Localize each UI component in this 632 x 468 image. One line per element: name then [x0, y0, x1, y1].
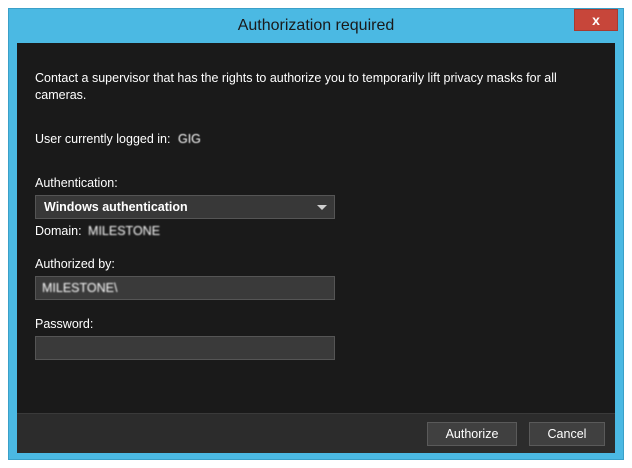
- authentication-label: Authentication:: [35, 176, 118, 190]
- authorized-by-input[interactable]: MILESTONE\: [35, 276, 335, 300]
- password-input[interactable]: [35, 336, 335, 360]
- chevron-down-icon: [317, 205, 327, 210]
- instruction-message: Contact a supervisor that has the rights…: [35, 71, 557, 102]
- password-label: Password:: [35, 317, 94, 331]
- authentication-select[interactable]: Windows authentication: [35, 195, 335, 219]
- dialog-footer: Authorize Cancel: [17, 413, 615, 453]
- domain-value: MILESTONE: [88, 224, 161, 238]
- title-bar[interactable]: Authorization required x: [9, 9, 623, 43]
- logged-in-user-label: User currently logged in:: [35, 132, 171, 146]
- cancel-button[interactable]: Cancel: [529, 422, 605, 446]
- authorized-by-value: MILESTONE\: [42, 281, 118, 295]
- authorized-by-label: Authorized by:: [35, 257, 115, 271]
- dialog-body: Contact a supervisor that has the rights…: [17, 43, 615, 453]
- authorization-dialog-window: Authorization required x Contact a super…: [8, 8, 624, 460]
- logged-in-user-value: GIG: [177, 132, 201, 146]
- logged-in-user-line: User currently logged in: GIG: [35, 132, 201, 146]
- domain-line: Domain: MILESTONE: [35, 224, 160, 238]
- authentication-selected-value: Windows authentication: [44, 200, 188, 214]
- authorize-button[interactable]: Authorize: [427, 422, 517, 446]
- close-button[interactable]: x: [574, 9, 618, 31]
- window-title: Authorization required: [237, 17, 395, 34]
- domain-label: Domain:: [35, 224, 82, 238]
